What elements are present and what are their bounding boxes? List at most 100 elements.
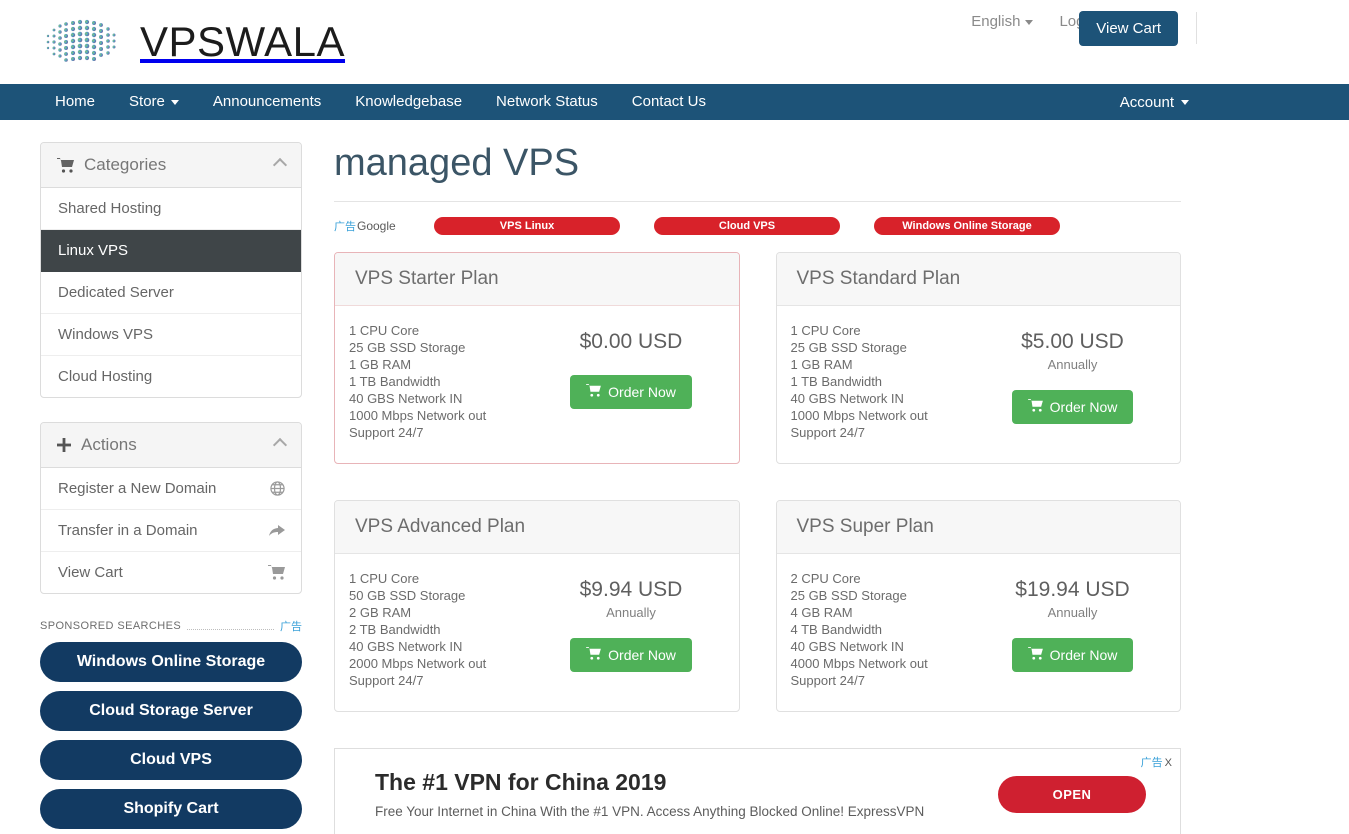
plan-feature: 40 GBS Network IN [349, 639, 463, 654]
plan-features: 2 CPU Core 25 GB SSD Storage 4 GB RAM 4 … [791, 570, 986, 689]
chevron-up-icon[interactable] [272, 157, 288, 173]
plan-feature: 1 TB Bandwidth [349, 374, 441, 389]
nav-item-home[interactable]: Home [38, 84, 112, 120]
order-now-label: Order Now [1049, 647, 1118, 663]
plan-price: $0.00 USD [579, 330, 683, 353]
plan-feature: Support 24/7 [349, 425, 424, 440]
product-card-vps-super-plan[interactable]: VPS Super Plan 2 CPU Core 25 GB SSD Stor… [775, 500, 1181, 712]
sidebar-action-register-domain[interactable]: Register a New Domain [41, 468, 301, 510]
plan-feature: 1 CPU Core [349, 323, 420, 338]
plan-feature: 1 TB Bandwidth [790, 374, 883, 389]
plan-feature: 4 TB Bandwidth [790, 622, 883, 637]
categories-panel-header[interactable]: Categories [41, 143, 301, 188]
product-card-vps-starter-plan[interactable]: VPS Starter Plan 1 CPU Core 25 GB SSD St… [334, 252, 740, 464]
sponsored-label: SPONSORED SEARCHES [40, 620, 182, 632]
view-cart-button[interactable]: View Cart [1079, 11, 1178, 46]
plan-feature: 25 GB SSD Storage [790, 588, 907, 603]
plan-feature: 2000 Mbps Network out [349, 656, 487, 671]
plan-feature: Support 24/7 [790, 673, 865, 688]
product-card-vps-standard-plan[interactable]: VPS Standard Plan 1 CPU Core 25 GB SSD S… [775, 252, 1181, 464]
cart-icon [1027, 399, 1043, 415]
bottom-ad-text: The #1 VPN for China 2019 Free Your Inte… [375, 769, 998, 819]
sidebar-item-cloud-hosting[interactable]: Cloud Hosting [41, 356, 301, 397]
plan-feature: 4 GB RAM [790, 605, 853, 620]
card-body: 1 CPU Core 25 GB SSD Storage 1 GB RAM 1 … [335, 306, 739, 463]
sidebar-item-label: Linux VPS [58, 242, 129, 259]
sidebar-action-transfer-domain[interactable]: Transfer in a Domain [41, 510, 301, 552]
page-body: Categories Shared Hosting Linux VPS Dedi… [0, 120, 1349, 834]
cart-icon [586, 384, 602, 400]
sponsored-link-cloud-vps[interactable]: Cloud VPS [40, 740, 302, 780]
language-selector[interactable]: English [971, 13, 1034, 30]
sidebar-item-label: Shared Hosting [58, 200, 162, 217]
product-cards-grid: VPS Starter Plan 1 CPU Core 25 GB SSD St… [334, 252, 1181, 712]
plan-feature: 50 GB SSD Storage [349, 588, 466, 603]
plan-feature: 2 GB RAM [349, 605, 412, 620]
main-content: managed VPS 广告 Google VPS Linux Cloud VPS… [334, 142, 1181, 834]
nav-item-contact-us[interactable]: Contact Us [615, 84, 723, 120]
sidebar-action-view-cart[interactable]: View Cart [41, 552, 301, 593]
plan-feature: 40 GBS Network IN [790, 391, 904, 406]
bottom-ad-banner[interactable]: The #1 VPN for China 2019 Free Your Inte… [334, 748, 1181, 834]
product-card-vps-advanced-plan[interactable]: VPS Advanced Plan 1 CPU Core 50 GB SSD S… [334, 500, 740, 712]
share-arrow-icon [269, 524, 285, 538]
sidebar: Categories Shared Hosting Linux VPS Dedi… [40, 142, 302, 834]
top-ad-pill-windows-online-storage[interactable]: Windows Online Storage [874, 217, 1060, 235]
top-ad-pill-vps-linux[interactable]: VPS Linux [434, 217, 620, 235]
nav-item-account[interactable]: Account [1120, 94, 1189, 111]
sidebar-item-linux-vps[interactable]: Linux VPS [41, 230, 301, 272]
chevron-up-icon[interactable] [272, 437, 288, 453]
order-now-button[interactable]: Order Now [570, 375, 692, 409]
sidebar-item-label: Windows VPS [58, 326, 154, 343]
plan-features: 1 CPU Core 25 GB SSD Storage 1 GB RAM 1 … [791, 322, 986, 441]
sidebar-item-dedicated-server[interactable]: Dedicated Server [41, 272, 301, 314]
plan-price-column: $0.00 USD Order Now [544, 322, 719, 441]
sponsored-searches-ad: SPONSORED SEARCHES 广告 Windows Online Sto… [40, 618, 302, 834]
plan-price: $9.94 USD [579, 578, 683, 601]
chevron-down-icon [170, 99, 179, 105]
bottom-ad-open-button[interactable]: OPEN [998, 775, 1146, 813]
nav-label: Network Status [496, 93, 598, 110]
close-icon[interactable]: X [1165, 757, 1172, 769]
plan-price: $19.94 USD [1015, 578, 1130, 601]
bottom-ad-title: The #1 VPN for China 2019 [375, 769, 667, 795]
nav-item-store[interactable]: Store [112, 84, 196, 120]
ad-disclosure-mark: 广告 [334, 221, 356, 233]
sidebar-item-windows-vps[interactable]: Windows VPS [41, 314, 301, 356]
nav-item-announcements[interactable]: Announcements [196, 84, 338, 120]
plan-feature: 2 CPU Core [790, 571, 861, 586]
nav-label: Knowledgebase [355, 93, 463, 110]
navbar-items: Home Store Announcements Knowledgebase N… [38, 84, 723, 120]
brand-name: VPSWALA [140, 18, 346, 65]
order-now-button[interactable]: Order Now [1011, 638, 1134, 672]
sponsored-link-cloud-storage-server[interactable]: Cloud Storage Server [40, 691, 302, 731]
card-body: 2 CPU Core 25 GB SSD Storage 4 GB RAM 4 … [777, 554, 1181, 711]
sponsored-link-shopify-cart[interactable]: Shopify Cart [40, 789, 302, 829]
card-header: VPS Starter Plan [335, 253, 739, 306]
plan-price-column: $9.94 USD Annually Order Now [544, 570, 719, 689]
brand-logo-link[interactable]: VPSWALA [38, 14, 345, 70]
plan-billing-period: Annually [1047, 357, 1098, 372]
plan-billing-period: Annually [1047, 605, 1098, 620]
order-now-label: Order Now [608, 384, 676, 400]
sidebar-item-shared-hosting[interactable]: Shared Hosting [41, 188, 301, 230]
page-title: managed VPS [334, 142, 1181, 202]
ad-disclosure-mark[interactable]: 广告 [280, 618, 302, 634]
top-ad-strip: 广告 Google VPS Linux Cloud VPS Windows Onl… [334, 216, 1181, 236]
plan-feature: 1 CPU Core [790, 323, 861, 338]
order-now-button[interactable]: Order Now [1011, 390, 1134, 424]
sponsored-link-windows-online-storage[interactable]: Windows Online Storage [40, 642, 302, 682]
categories-panel: Categories Shared Hosting Linux VPS Dedi… [40, 142, 302, 398]
plan-feature: 2 TB Bandwidth [349, 622, 441, 637]
plan-features: 1 CPU Core 50 GB SSD Storage 2 GB RAM 2 … [349, 570, 544, 689]
nav-item-knowledgebase[interactable]: Knowledgebase [338, 84, 479, 120]
actions-panel-header[interactable]: Actions [41, 423, 301, 468]
plan-feature: 1 CPU Core [349, 571, 420, 586]
nav-item-network-status[interactable]: Network Status [479, 84, 615, 120]
top-ad-pill-cloud-vps[interactable]: Cloud VPS [654, 217, 840, 235]
nav-label: Announcements [212, 93, 322, 110]
order-now-button[interactable]: Order Now [570, 638, 692, 672]
sidebar-action-label: Register a New Domain [58, 480, 217, 497]
bottom-ad-close-control[interactable]: 广告 X [1141, 754, 1172, 770]
chevron-down-icon [1025, 19, 1034, 25]
